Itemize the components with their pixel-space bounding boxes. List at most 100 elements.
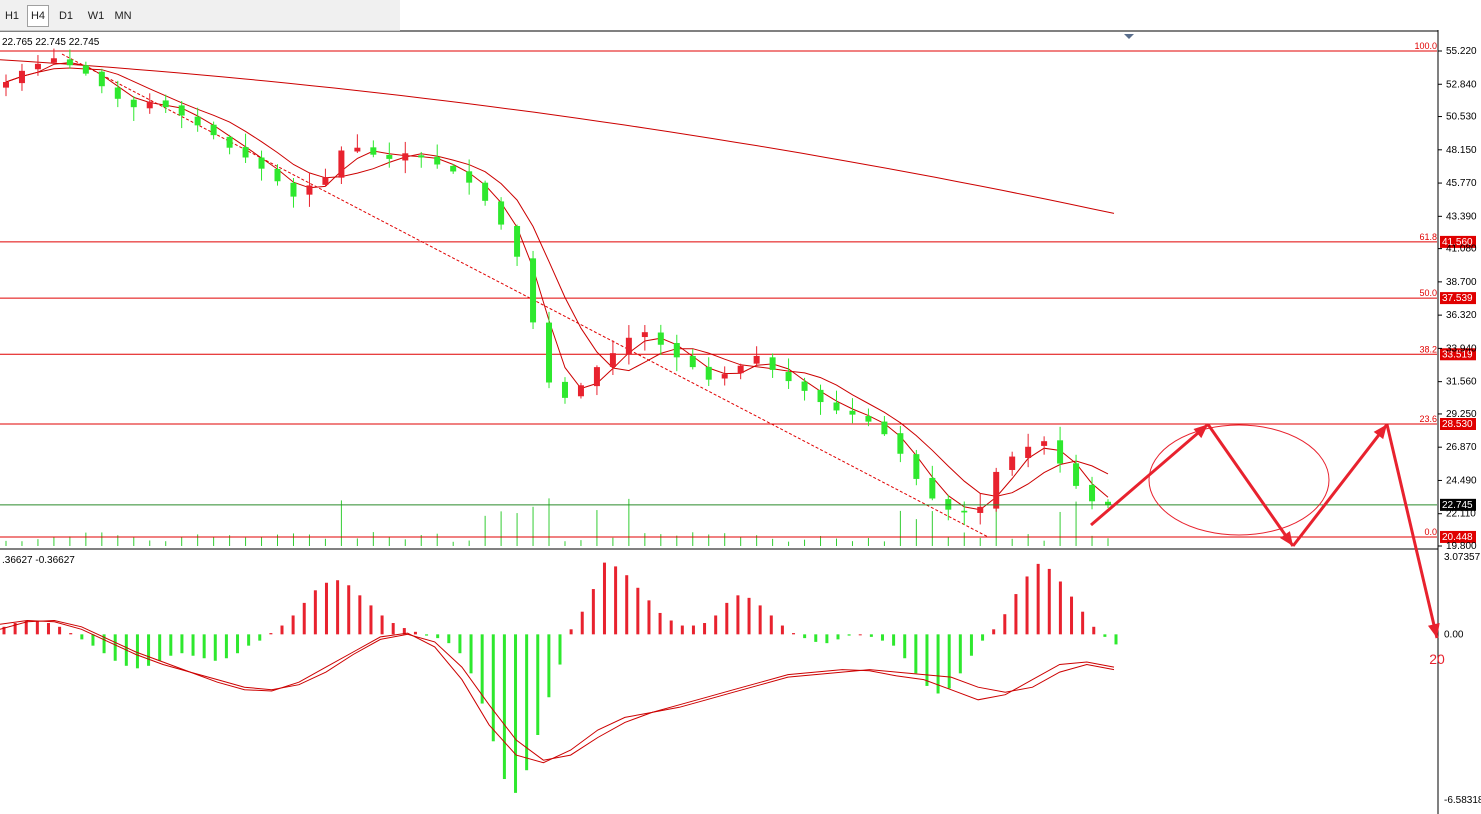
macd-histogram-bar bbox=[113, 634, 117, 661]
candle-body bbox=[290, 182, 297, 197]
macd-histogram-bar bbox=[302, 602, 306, 635]
macd-histogram-bar bbox=[825, 634, 829, 644]
tf-w1-button[interactable]: W1 bbox=[84, 6, 108, 26]
candle-body bbox=[66, 59, 73, 66]
macd-histogram-bar bbox=[558, 634, 562, 665]
candle-body bbox=[689, 355, 696, 368]
candle-body bbox=[1057, 440, 1064, 464]
fib-ratio-label: 61.8 bbox=[1419, 232, 1437, 242]
macd-histogram-bar bbox=[892, 634, 896, 646]
macd-histogram-bar bbox=[803, 634, 807, 639]
macd-histogram-bar bbox=[202, 634, 206, 659]
tf-h1-button[interactable]: H1 bbox=[2, 6, 22, 26]
candle-body bbox=[913, 454, 920, 479]
macd-histogram-bar bbox=[258, 634, 262, 641]
macd-histogram-bar bbox=[1047, 568, 1051, 635]
price-tick-label: 24.490 bbox=[1446, 475, 1477, 486]
tf-d1-button[interactable]: D1 bbox=[55, 6, 77, 26]
macd-tick-label: -6.58318 bbox=[1444, 795, 1481, 806]
candle-body bbox=[849, 410, 856, 415]
price-tick-label: 45.770 bbox=[1446, 178, 1477, 189]
macd-histogram-bar bbox=[636, 587, 640, 635]
macd-histogram-bar bbox=[647, 600, 651, 635]
macd-histogram-bar bbox=[747, 597, 751, 635]
candle-body bbox=[34, 63, 41, 70]
candle-body bbox=[753, 355, 760, 364]
fib-price-label: 37.539 bbox=[1442, 293, 1473, 304]
macd-histogram-bar bbox=[269, 633, 273, 635]
macd-histogram-bar bbox=[691, 625, 695, 635]
candle-body bbox=[546, 322, 553, 383]
price-tick-label: 31.560 bbox=[1446, 377, 1477, 388]
macd-histogram-bar bbox=[814, 634, 818, 642]
macd-pane: 3.07357 0.00 -6.58318 bbox=[0, 552, 1481, 806]
forecast-arrow-segment bbox=[1206, 423, 1295, 547]
price-tick-label: 26.870 bbox=[1446, 442, 1477, 453]
fib-ratio-label: 23.6 bbox=[1419, 414, 1437, 424]
current-price-line: 22.745 bbox=[0, 498, 1476, 511]
macd-histogram-bar bbox=[569, 629, 573, 635]
macd-histogram-bar bbox=[213, 634, 217, 661]
fib-ratio-label: 38.2 bbox=[1419, 344, 1437, 354]
candle-body bbox=[226, 136, 233, 148]
candle-body bbox=[354, 147, 361, 152]
macd-histogram-bar bbox=[869, 634, 873, 637]
macd-histogram-bar bbox=[625, 575, 629, 635]
fibonacci-levels: 100.061.8 41.56050.0 37.53938.2 33.51923.6 2… bbox=[0, 41, 1476, 543]
price-tick-label: 55.220 bbox=[1446, 46, 1477, 57]
macd-histogram-bar bbox=[792, 633, 796, 635]
candles bbox=[3, 48, 1111, 526]
macd-histogram-bar bbox=[1036, 563, 1040, 635]
tf-mn-button[interactable]: MN bbox=[112, 6, 134, 26]
macd-histogram-bar bbox=[46, 623, 50, 635]
macd-histogram-bar bbox=[180, 634, 184, 654]
fib-ratio-label: 0.0 bbox=[1424, 527, 1437, 537]
candle-body bbox=[977, 506, 984, 513]
macd-histogram-bar bbox=[836, 634, 840, 640]
macd-histogram-bar bbox=[358, 595, 362, 635]
macd-histogram-bar bbox=[80, 634, 84, 640]
chart-canvas[interactable]: 100.061.8 41.56050.0 37.53938.2 33.51923.6 2… bbox=[0, 0, 1481, 814]
candle-body bbox=[1089, 484, 1096, 502]
candle-body bbox=[1025, 446, 1032, 458]
candle-body bbox=[146, 101, 153, 109]
candle-body bbox=[514, 225, 521, 257]
candle-body bbox=[577, 385, 584, 397]
candle-body bbox=[242, 147, 249, 158]
candle-body bbox=[434, 156, 441, 165]
macd-histogram-bar bbox=[1081, 611, 1085, 635]
macd-histogram-bar bbox=[658, 612, 662, 635]
macd-histogram-bar bbox=[769, 615, 773, 635]
forecast-arrows: 20 bbox=[1090, 423, 1445, 667]
macd-histogram-bar bbox=[413, 631, 417, 635]
candle-body bbox=[705, 366, 712, 380]
macd-histogram-bar bbox=[336, 580, 340, 635]
macd-histogram-bar bbox=[425, 634, 429, 636]
macd-histogram-bar bbox=[847, 634, 851, 636]
macd-histogram-bar bbox=[91, 634, 95, 646]
macd-histogram-bar bbox=[313, 590, 317, 635]
short-moving-averages bbox=[5, 61, 1109, 511]
candle-body bbox=[897, 433, 904, 454]
macd-histogram-bar bbox=[69, 633, 73, 635]
tf-h4-button[interactable]: H4 bbox=[27, 5, 49, 27]
candle-body bbox=[306, 185, 313, 195]
candle-body bbox=[769, 357, 776, 370]
target-label: 20 bbox=[1429, 651, 1445, 667]
candle-body bbox=[1041, 441, 1048, 446]
price-tick-label: 29.250 bbox=[1446, 409, 1477, 420]
candle-body bbox=[322, 177, 329, 185]
macd-histogram-bar bbox=[914, 634, 918, 674]
macd-histogram-bar bbox=[58, 626, 62, 635]
candle-body bbox=[402, 153, 409, 161]
forecast-arrow-segment bbox=[1291, 423, 1389, 547]
candle-body bbox=[673, 343, 680, 358]
candle-body bbox=[785, 371, 792, 382]
price-tick-label: 33.940 bbox=[1446, 343, 1477, 354]
macd-histogram-bar bbox=[591, 589, 595, 635]
macd-histogram-bar bbox=[858, 634, 862, 636]
macd-histogram-bar bbox=[391, 623, 395, 635]
candle-body bbox=[1009, 456, 1016, 470]
macd-histogram-bar bbox=[35, 620, 39, 635]
candle-body bbox=[993, 471, 1000, 509]
